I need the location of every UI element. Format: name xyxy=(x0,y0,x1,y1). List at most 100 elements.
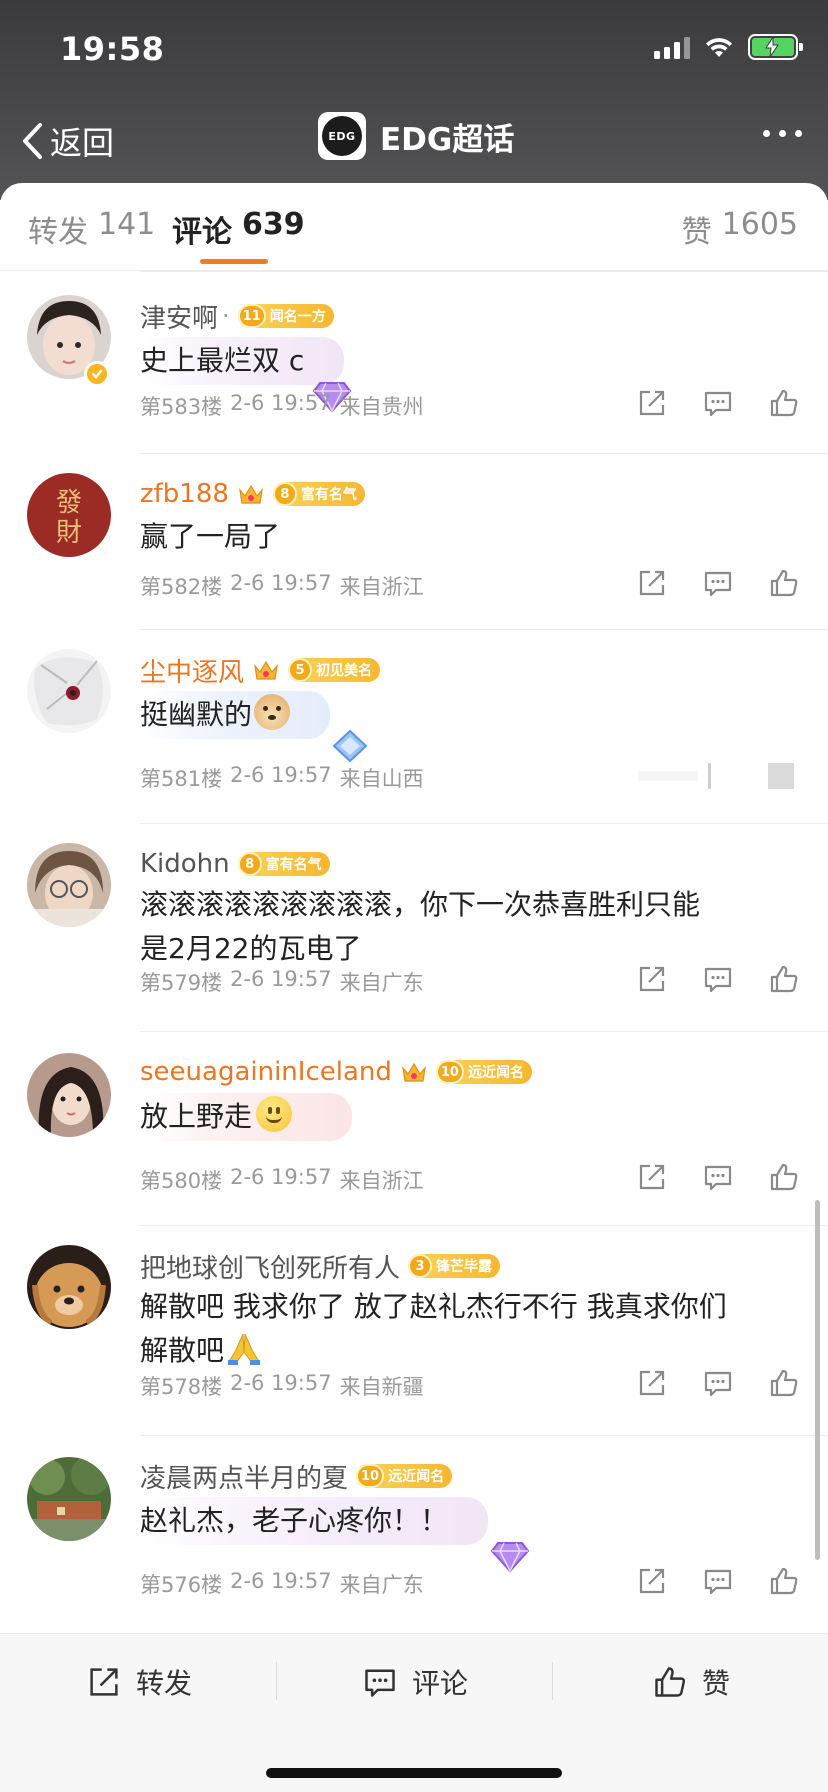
avatar[interactable] xyxy=(27,843,111,927)
like-button[interactable]: 赞 xyxy=(652,1662,730,1702)
fan-level-badge[interactable]: 3 锋芒毕露 xyxy=(408,1254,501,1278)
comment-meta: 第580楼 2-6 19:57 来自浙江 xyxy=(140,1165,424,1195)
comment-bubble: 赵礼杰，老子心疼你！！ xyxy=(140,1497,489,1545)
comment-body: 津安啊 · 11 闻名一方 史上最烂双 c xyxy=(140,297,798,413)
comment-item: 把地球创飞创死所有人 3 锋芒毕露 解散吧 我求你了 放了赵礼杰行不行 我真求你们… xyxy=(0,1225,828,1435)
like-icon[interactable] xyxy=(768,963,800,995)
status-bar: 19:58 xyxy=(0,0,828,96)
fan-level-badge[interactable]: 11 闻名一方 xyxy=(237,304,334,328)
more-icon[interactable] xyxy=(763,130,802,137)
comment-location: 来自广东 xyxy=(339,971,424,995)
comment-floor: 第583楼 xyxy=(140,395,223,419)
comment-location: 来自浙江 xyxy=(339,1169,424,1193)
comment-time: 2-6 19:57 xyxy=(230,391,332,415)
comment-location: 来自新疆 xyxy=(339,1375,424,1399)
gem-icon xyxy=(332,729,368,763)
comment-bubble: 挺幽默的 xyxy=(140,691,331,739)
comment-username[interactable]: seeuagaininIceland xyxy=(140,1057,392,1087)
comment-icon[interactable] xyxy=(702,1161,734,1193)
scrollbar[interactable] xyxy=(815,1200,820,1560)
comment-location: 来自山西 xyxy=(339,767,424,791)
fan-level-badge[interactable]: 5 初见美名 xyxy=(288,658,381,682)
avatar[interactable] xyxy=(27,1053,111,1137)
tab-comments[interactable]: 评论 639 xyxy=(172,207,305,251)
like-icon[interactable] xyxy=(768,1367,800,1399)
crown-icon xyxy=(254,660,278,680)
comment-icon[interactable] xyxy=(702,567,734,599)
like-label: 赞 xyxy=(702,1667,731,1700)
comment-actions xyxy=(636,1565,800,1597)
status-time: 19:58 xyxy=(60,30,165,68)
share-icon[interactable] xyxy=(636,567,668,599)
comment-username[interactable]: 尘中逐风 xyxy=(140,652,244,689)
comment-icon[interactable] xyxy=(702,963,734,995)
comment-username[interactable]: zfb188 xyxy=(140,479,229,509)
comment-label: 评论 xyxy=(412,1667,469,1700)
doge-emoji-icon xyxy=(254,694,291,730)
comment-meta: 第576楼 2-6 19:57 来自广东 xyxy=(140,1569,424,1599)
comment-time: 2-6 19:57 xyxy=(230,1371,332,1395)
share-icon[interactable] xyxy=(636,1367,668,1399)
like-icon[interactable] xyxy=(768,387,800,419)
toolbar-divider xyxy=(276,1662,277,1700)
comment-icon xyxy=(365,1669,395,1697)
comment-icon[interactable] xyxy=(702,1565,734,1597)
comment-button[interactable]: 评论 xyxy=(362,1662,468,1702)
share-icon[interactable] xyxy=(636,1161,668,1193)
avatar[interactable] xyxy=(27,1457,111,1541)
comment-location: 来自广东 xyxy=(339,1573,424,1597)
fan-level-badge[interactable]: 10 远近闻名 xyxy=(435,1060,532,1084)
comment-item: Kidohn 8 富有名气 滚滚滚滚滚滚滚滚滚，你下一次恭喜胜利只能 是2月22的… xyxy=(0,823,828,1031)
comment-bubble: 放上野走 xyxy=(140,1093,353,1141)
comment-username[interactable]: 津安啊 xyxy=(140,298,218,335)
comment-text: 挺幽默的 xyxy=(140,698,253,731)
comment-body: zfb188 8 富有名气 赢了一局了 xyxy=(140,475,798,559)
home-indicator[interactable] xyxy=(266,1768,562,1778)
tab-reposts[interactable]: 转发 141 xyxy=(28,207,155,251)
nav-title-group[interactable]: EDG EDG超话 xyxy=(318,112,514,160)
comment-time: 2-6 19:57 xyxy=(230,763,332,787)
comment-item: seeuagaininIceland 10 远近闻名 放上野走 第580楼 2-6… xyxy=(0,1031,828,1225)
comment-icon[interactable] xyxy=(702,1367,734,1399)
comment-meta: 第579楼 2-6 19:57 来自广东 xyxy=(140,967,424,997)
chevron-left-icon xyxy=(23,123,42,159)
share-icon xyxy=(90,1668,118,1696)
avatar[interactable] xyxy=(27,1245,111,1329)
comment-body: 凌晨两点半月的夏 10 远近闻名 赵礼杰，老子心疼你！！ xyxy=(140,1457,798,1573)
back-button[interactable]: 返回 xyxy=(20,118,114,164)
comment-body: 尘中逐风 5 初见美名 挺幽默的 xyxy=(140,651,798,763)
like-icon[interactable] xyxy=(768,1161,800,1193)
like-icon xyxy=(655,1667,686,1697)
comment-actions xyxy=(636,1161,800,1193)
comment-item: 津安啊 · 11 闻名一方 史上最烂双 c 第583楼 2-6 19:57 来自贵… xyxy=(0,271,828,453)
tab-comments-label: 评论 xyxy=(172,215,232,250)
comment-username[interactable]: 凌晨两点半月的夏 xyxy=(140,1458,348,1495)
avatar[interactable]: 發財 xyxy=(27,473,111,557)
page-title: EDG超话 xyxy=(380,121,515,158)
fan-level-badge[interactable]: 8 富有名气 xyxy=(272,482,365,506)
share-icon[interactable] xyxy=(636,1565,668,1597)
comment-floor: 第579楼 xyxy=(140,971,223,995)
comment-floor: 第580楼 xyxy=(140,1169,223,1193)
comment-username[interactable]: 把地球创飞创死所有人 xyxy=(140,1248,400,1285)
comment-bubble: 赢了一局了 xyxy=(140,515,280,559)
header-area: 19:58 返回 EDG EDG超话 xyxy=(0,0,828,200)
fan-level-badge[interactable]: 8 富有名气 xyxy=(237,852,330,876)
avatar[interactable] xyxy=(27,649,111,733)
like-icon[interactable] xyxy=(768,567,800,599)
like-icon[interactable] xyxy=(768,1565,800,1597)
svg-text:發: 發 xyxy=(56,488,82,518)
share-icon[interactable] xyxy=(636,387,668,419)
comment-time: 2-6 19:57 xyxy=(230,1569,332,1593)
comment-actions xyxy=(636,1367,800,1399)
back-label: 返回 xyxy=(50,124,115,162)
svg-text:財: 財 xyxy=(56,518,82,548)
comment-username[interactable]: Kidohn xyxy=(140,849,230,879)
share-icon[interactable] xyxy=(636,963,668,995)
nav-bar: 返回 EDG EDG超话 xyxy=(0,100,828,180)
comment-meta: 第578楼 2-6 19:57 来自新疆 xyxy=(140,1371,424,1401)
fan-level-badge[interactable]: 10 远近闻名 xyxy=(356,1464,453,1488)
repost-button[interactable]: 转发 xyxy=(86,1662,192,1702)
tab-likes[interactable]: 赞 1605 xyxy=(682,207,798,251)
comment-icon[interactable] xyxy=(702,387,734,419)
